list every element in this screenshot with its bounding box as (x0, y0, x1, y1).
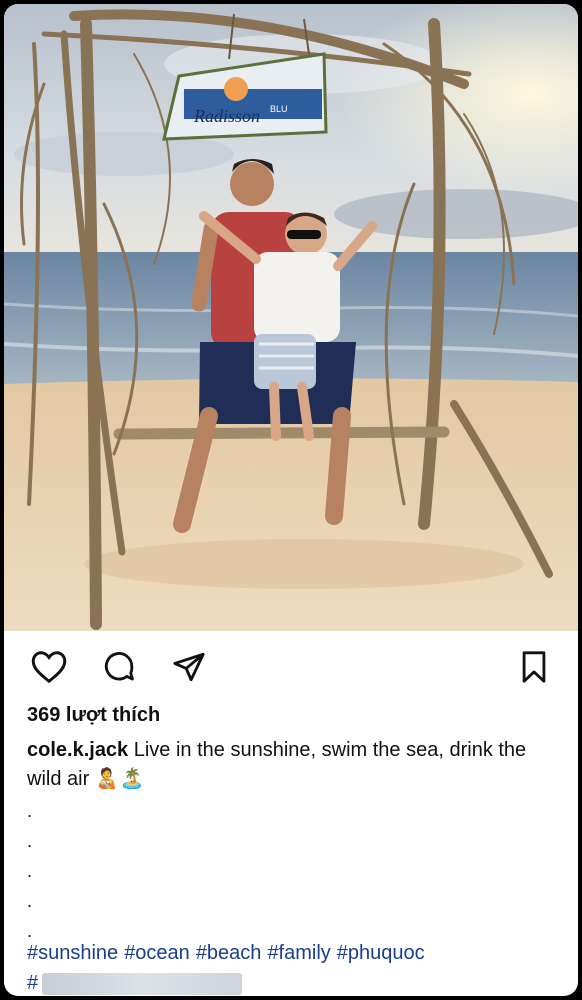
dot-line: . (27, 891, 33, 911)
post-action-bar (4, 631, 578, 701)
likes-count[interactable]: 369 lượt thích (27, 704, 558, 727)
sign-text: Radisson (193, 106, 260, 126)
send-icon[interactable] (171, 649, 207, 685)
dot-line: . (27, 801, 33, 821)
bookmark-icon[interactable] (516, 649, 552, 685)
post-caption: cole.k.jack Live in the sunshine, swim t… (27, 736, 558, 794)
blurred-hashtag (42, 972, 243, 995)
hashtag-link[interactable]: #ocean (124, 942, 190, 964)
instagram-post: Radisson BLU 369 lượt thích cole.k.jack … (4, 4, 578, 996)
heart-icon[interactable] (31, 649, 67, 685)
hashtag-link[interactable]: #sunshine (27, 942, 118, 964)
caption-emoji: 🧑‍🍼🏝️ (94, 768, 145, 790)
post-photo[interactable]: Radisson BLU (4, 4, 578, 631)
comment-icon[interactable] (101, 649, 137, 685)
hashtags: #sunshine #ocean #beach #family #phuquoc (27, 942, 558, 965)
caption-dots: . . . . . (27, 796, 558, 946)
sign-subtext: BLU (270, 104, 288, 114)
hashtag-link[interactable]: #family (267, 942, 330, 964)
dot-line: . (27, 831, 33, 851)
hashtag-link[interactable]: #beach (196, 942, 262, 964)
hashtag-link[interactable]: # (27, 972, 38, 995)
hashtag-link[interactable]: #phuquoc (337, 942, 425, 964)
dot-line: . (27, 861, 33, 881)
hashtag-row-partial: # (27, 972, 558, 995)
username[interactable]: cole.k.jack (27, 739, 128, 761)
